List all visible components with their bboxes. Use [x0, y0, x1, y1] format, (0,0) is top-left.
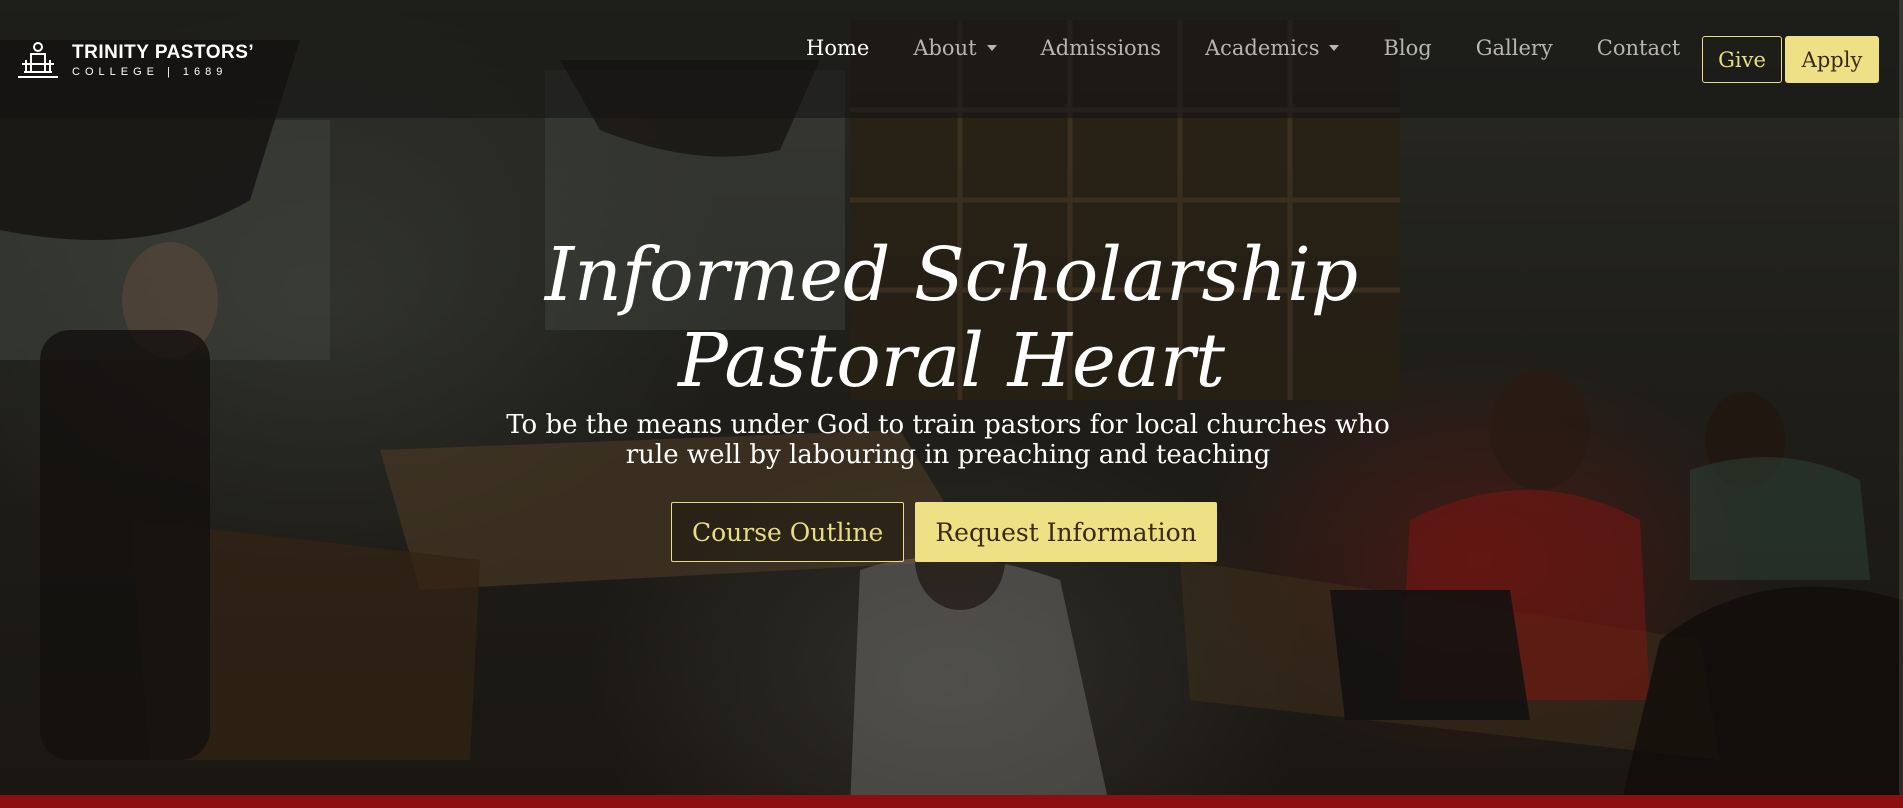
give-button[interactable]: Give: [1702, 36, 1782, 83]
hero-headline: Informed Scholarship Pastoral Heart: [0, 232, 1903, 404]
brand-name: TRINITY PASTORS’: [72, 41, 255, 63]
hero-tagline: To be the means under God to train pasto…: [506, 410, 1390, 470]
nav-item-label: Home: [806, 36, 870, 60]
apply-button[interactable]: Apply: [1785, 36, 1879, 83]
nav-item-about[interactable]: About: [913, 36, 997, 60]
footer-accent-bar: [0, 795, 1903, 808]
nav-item-contact[interactable]: Contact: [1597, 36, 1680, 60]
nav-item-label: Blog: [1383, 36, 1432, 60]
college-building-icon: [18, 42, 58, 78]
request-information-button[interactable]: Request Information: [915, 502, 1217, 562]
nav-links: Home About Admissions Academics Blog Gal…: [806, 36, 1724, 60]
nav-item-admissions[interactable]: Admissions: [1041, 36, 1161, 60]
course-outline-button[interactable]: Course Outline: [671, 502, 905, 562]
top-navbar: TRINITY PASTORS’ COLLEGE | 1689 Home Abo…: [0, 0, 1903, 118]
nav-item-label: Admissions: [1040, 36, 1161, 60]
nav-item-gallery[interactable]: Gallery: [1476, 36, 1553, 60]
hero-cta-group: Course Outline Request Information: [671, 502, 1217, 562]
nav-item-label: Academics: [1204, 36, 1320, 60]
nav-item-home[interactable]: Home: [806, 36, 869, 60]
caret-down-icon: [986, 45, 997, 51]
nav-item-blog[interactable]: Blog: [1383, 36, 1431, 60]
nav-item-academics[interactable]: Academics: [1205, 36, 1340, 60]
headline-line-1: Informed Scholarship: [544, 232, 1359, 318]
headline-line-2: Pastoral Heart: [677, 318, 1226, 404]
brand-wordmark: TRINITY PASTORS’ COLLEGE | 1689: [72, 43, 254, 78]
brand-subtitle: COLLEGE | 1689: [72, 65, 228, 78]
nav-item-label: About: [913, 36, 977, 60]
brand-logo[interactable]: TRINITY PASTORS’ COLLEGE | 1689: [14, 40, 254, 80]
hero-section: [0, 0, 1903, 808]
hero-dark-overlay: [0, 0, 1903, 808]
nav-item-label: Gallery: [1475, 36, 1553, 60]
caret-down-icon: [1329, 45, 1340, 51]
page-scrollbar[interactable]: [1899, 0, 1903, 795]
nav-item-label: Contact: [1596, 36, 1681, 60]
